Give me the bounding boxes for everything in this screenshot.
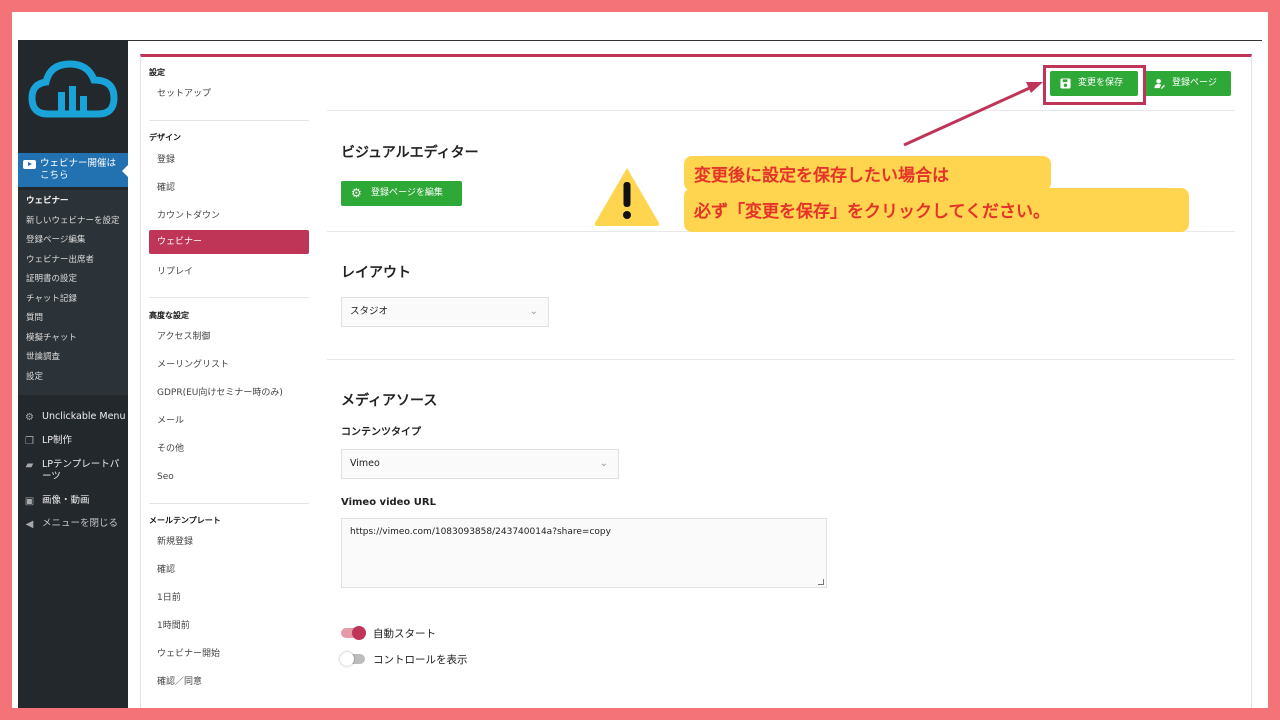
- sidebar-item-media[interactable]: ▣ 画像・動画: [18, 495, 128, 507]
- nav-item-setup[interactable]: セットアップ: [149, 82, 309, 106]
- section-divider: [327, 110, 1235, 111]
- submenu-item-attendees[interactable]: ウェビナー出席者: [18, 254, 128, 266]
- sidebar-item-webinar-host[interactable]: ウェビナー開催はこちら: [18, 153, 128, 187]
- autostart-label: 自動スタート: [373, 628, 436, 640]
- nav-item-mailing-list[interactable]: メーリングリスト: [149, 353, 309, 377]
- admin-sidebar: ウェビナー開催はこちら ウェビナー 新しいウェビナーを設定 登録ページ編集 ウェ…: [18, 40, 128, 708]
- annotation-note-line2: 必ず「変更を保存」をクリックしてください。: [684, 188, 1189, 232]
- nav-item-consent[interactable]: 確認／同意: [149, 670, 309, 694]
- media-source-heading: メディアソース: [341, 393, 438, 409]
- nav-item-countdown[interactable]: カウントダウン: [149, 204, 309, 228]
- edit-registration-page-button[interactable]: ⚙ 登録ページを編集: [341, 181, 462, 206]
- nav-item-access-control[interactable]: アクセス制御: [149, 325, 309, 349]
- nav-group-advanced: 高度な設定: [149, 311, 189, 320]
- registration-page-label: 登録ページ: [1172, 78, 1217, 88]
- video-play-icon: [23, 160, 36, 169]
- chevron-down-icon: ⌄: [529, 306, 538, 317]
- nav-divider: [149, 297, 309, 298]
- nav-item-webinar[interactable]: ウェビナー: [149, 230, 309, 254]
- nav-item-replay[interactable]: リプレイ: [149, 260, 309, 284]
- warning-icon: [594, 168, 660, 226]
- sidebar-item-label: 画像・動画: [42, 495, 90, 506]
- settings-panel: 設定 セットアップ デザイン 登録 確認 カウントダウン ウェビナー リプレイ …: [140, 54, 1252, 708]
- nav-item-new-registration[interactable]: 新規登録: [149, 530, 309, 554]
- sidebar-item-label: ウェビナー開催はこちら: [40, 158, 117, 181]
- submenu-item-chat-log[interactable]: チャット記録: [18, 293, 128, 305]
- folder-icon: ▰: [25, 460, 34, 471]
- nav-item-seo[interactable]: Seo: [149, 465, 309, 489]
- submenu-item-polls[interactable]: 世論調査: [18, 351, 128, 363]
- edit-registration-page-label: 登録ページを編集: [371, 188, 443, 198]
- sidebar-item-label: LPテンプレートパーツ: [42, 459, 120, 482]
- save-button-highlight: [1043, 65, 1146, 105]
- submenu-item-webinar[interactable]: ウェビナー: [18, 195, 128, 207]
- annotation-note-line1: 変更後に設定を保存したい場合は: [684, 156, 1051, 191]
- show-controls-label: コントロールを表示: [373, 654, 468, 666]
- collapse-menu-button[interactable]: ◀ メニューを閉じる: [18, 518, 122, 530]
- settings-nav: 設定 セットアップ デザイン 登録 確認 カウントダウン ウェビナー リプレイ …: [141, 57, 311, 708]
- autostart-toggle[interactable]: [341, 626, 366, 640]
- admin-top-border: [128, 40, 1262, 41]
- sidebar-item-label: Unclickable Menu: [42, 411, 126, 422]
- nav-item-mail[interactable]: メール: [149, 409, 309, 433]
- nav-divider: [149, 120, 309, 121]
- registration-page-button[interactable]: 登録ページ: [1144, 71, 1231, 96]
- content-type-value: Vimeo: [350, 458, 380, 469]
- resize-handle-icon[interactable]: [818, 579, 824, 585]
- settings-content: 変更を保存 登録ページ ビジュアルエディター ⚙ 登録ページを編集 レイアウト: [327, 57, 1253, 708]
- user-edit-icon: [1154, 78, 1165, 89]
- media-icon: ▣: [24, 496, 35, 507]
- chevron-down-icon: ⌄: [599, 458, 608, 469]
- nav-group-design: デザイン: [149, 133, 181, 142]
- show-controls-toggle[interactable]: [340, 652, 365, 666]
- submenu-item-certificate[interactable]: 証明書の設定: [18, 273, 128, 285]
- collapse-icon: ◀: [25, 519, 34, 530]
- submenu-item-questions[interactable]: 質問: [18, 312, 128, 324]
- nav-item-one-hour-before[interactable]: 1時間前: [149, 614, 309, 638]
- gear-icon: ⚙: [351, 186, 362, 200]
- vimeo-url-value: https://vimeo.com/1083093858/243740014a?…: [350, 527, 611, 537]
- sidebar-item-lp-template[interactable]: ▰ LPテンプレートパーツ: [18, 459, 128, 483]
- content-type-select[interactable]: Vimeo ⌄: [341, 449, 619, 479]
- sidebar-item-lp[interactable]: ❐ LP制作: [18, 435, 128, 447]
- layout-heading: レイアウト: [341, 265, 411, 281]
- vimeo-url-label: Vimeo video URL: [341, 497, 436, 508]
- vimeo-url-textarea[interactable]: https://vimeo.com/1083093858/243740014a?…: [341, 518, 827, 588]
- nav-item-webinar-start[interactable]: ウェビナー開始: [149, 642, 309, 666]
- screenshot-frame: ウェビナー開催はこちら ウェビナー 新しいウェビナーを設定 登録ページ編集 ウェ…: [12, 12, 1268, 708]
- layout-select-value: スタジオ: [350, 306, 389, 317]
- submenu-item-settings[interactable]: 設定: [18, 371, 128, 383]
- toggle-knob: [340, 652, 354, 666]
- sidebar-item-label: LP制作: [42, 435, 73, 446]
- nav-item-template-confirmation[interactable]: 確認: [149, 558, 309, 582]
- sidebar-item-unclickable-menu[interactable]: ⚙ Unclickable Menu: [18, 411, 128, 423]
- visual-editor-heading: ビジュアルエディター: [341, 145, 479, 161]
- gear-icon: ⚙: [25, 412, 34, 423]
- nav-group-mail-templates: メールテンプレート: [149, 516, 221, 525]
- submenu-item-edit-registration[interactable]: 登録ページ編集: [18, 234, 128, 246]
- content-type-label: コンテンツタイプ: [341, 427, 421, 438]
- pages-icon: ❐: [25, 436, 34, 447]
- nav-item-one-day-before[interactable]: 1日前: [149, 586, 309, 610]
- submenu-item-new-webinar[interactable]: 新しいウェビナーを設定: [18, 215, 128, 227]
- nav-item-other[interactable]: その他: [149, 437, 309, 461]
- submenu-item-mock-chat[interactable]: 模擬チャット: [18, 332, 128, 344]
- nav-divider: [149, 503, 309, 504]
- layout-select[interactable]: スタジオ ⌄: [341, 297, 549, 327]
- nav-item-registration[interactable]: 登録: [149, 148, 309, 172]
- toggle-knob: [352, 626, 366, 640]
- webinar-submenu: ウェビナー 新しいウェビナーを設定 登録ページ編集 ウェビナー出席者 証明書の設…: [18, 190, 128, 395]
- section-divider: [327, 359, 1235, 360]
- nav-item-confirmation[interactable]: 確認: [149, 176, 309, 200]
- nav-item-gdpr[interactable]: GDPR(EU向けセミナー時のみ): [149, 381, 309, 405]
- nav-group-settings: 設定: [149, 68, 165, 77]
- collapse-menu-label: メニューを閉じる: [42, 518, 119, 529]
- cloud-logo-icon: [28, 60, 118, 118]
